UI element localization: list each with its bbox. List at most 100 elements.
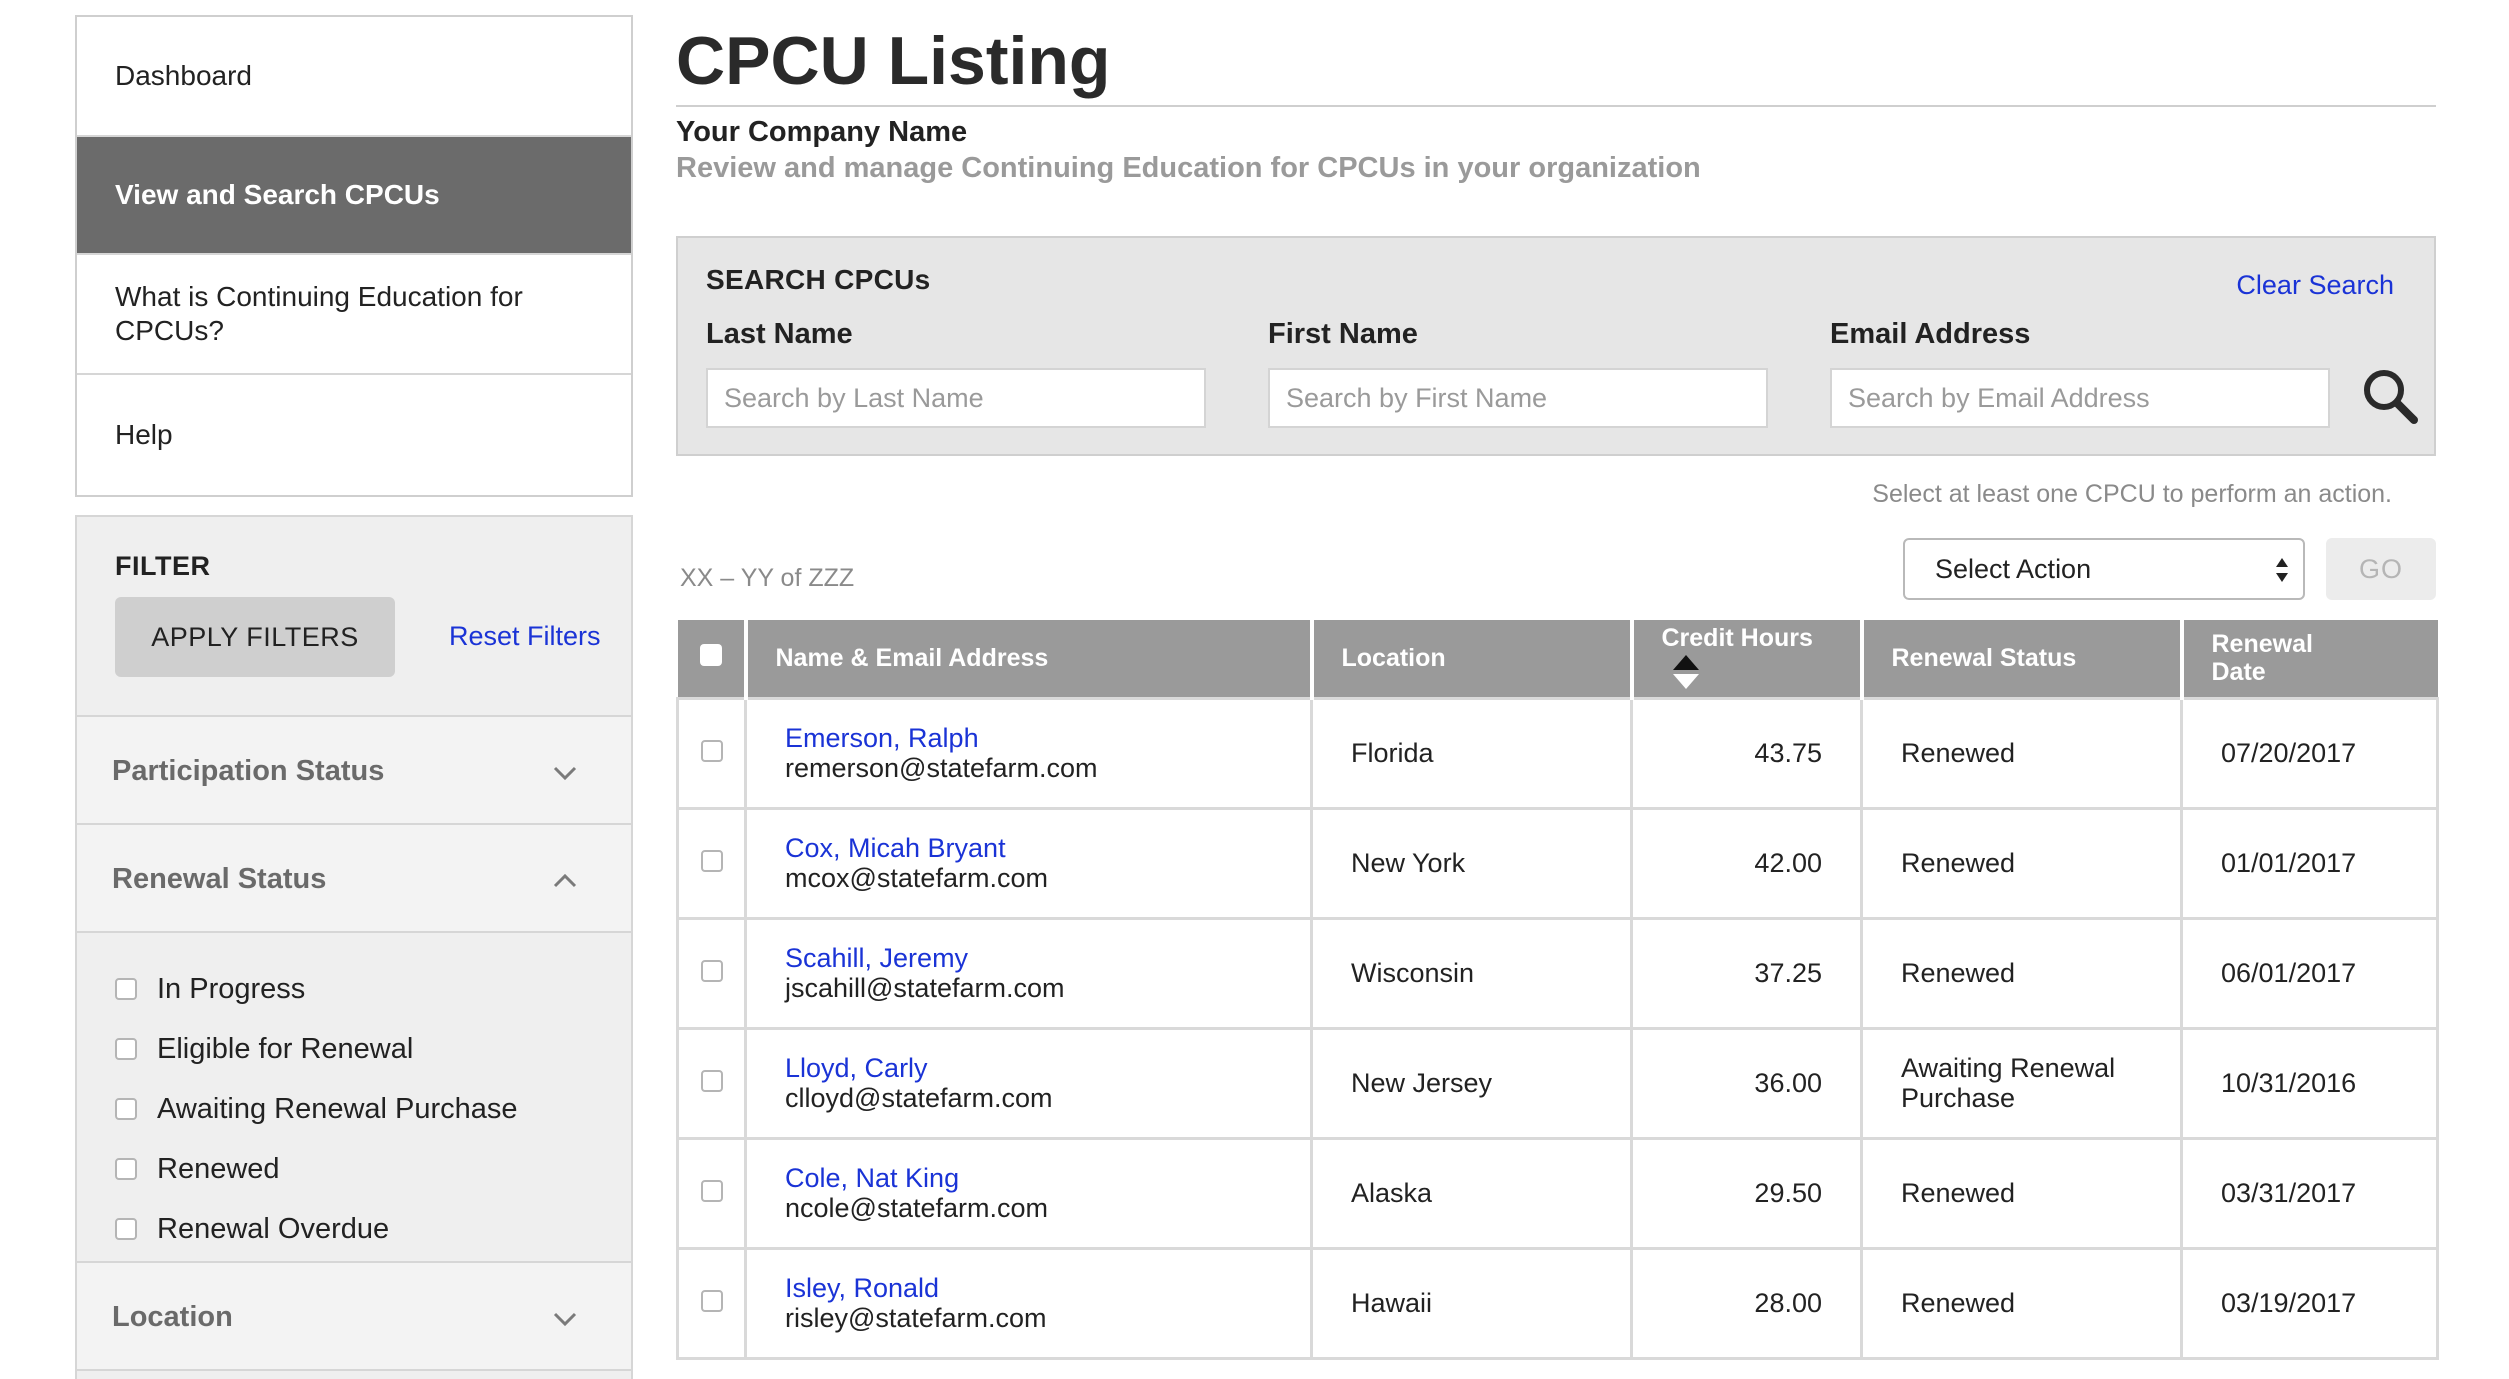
company-name: Your Company Name — [676, 116, 968, 148]
option-renewed[interactable]: Renewed — [77, 1139, 631, 1199]
name-email-cell: Isley, Ronald risley@statefarm.com — [744, 1246, 1313, 1360]
cpcu-name-link[interactable]: Cox, Micah Bryant — [785, 833, 1272, 863]
cpcu-name-link[interactable]: Cole, Nat King — [785, 1163, 1272, 1193]
clear-search-link[interactable]: Clear Search — [2236, 270, 2394, 301]
row-checkbox[interactable] — [700, 1180, 723, 1202]
accordion-location[interactable]: Location — [77, 1263, 631, 1371]
renewal-date-cell: 07/20/2017 — [2180, 696, 2439, 810]
action-hint: Select at least one CPCU to perform an a… — [1872, 480, 2392, 508]
row-select-cell — [676, 1136, 747, 1250]
table-row: Emerson, Ralph remerson@statefarm.com Flor… — [676, 696, 2439, 810]
sidebar-nav: Dashboard View and Search CPCUs What is … — [75, 15, 633, 497]
row-checkbox[interactable] — [700, 850, 723, 872]
row-select-cell — [676, 1246, 747, 1360]
chevron-down-icon — [553, 766, 577, 781]
search-icon[interactable] — [2360, 366, 2420, 426]
select-action-label: Select Action — [1935, 554, 2092, 584]
nav-item-label: View and Search CPCUs — [115, 179, 440, 210]
row-checkbox[interactable] — [700, 740, 723, 762]
checkbox[interactable] — [115, 1098, 137, 1120]
checkbox[interactable] — [115, 1158, 137, 1180]
renewal-date-cell: 03/31/2017 — [2180, 1136, 2439, 1250]
column-label: Location — [1341, 644, 1446, 673]
row-checkbox[interactable] — [700, 1070, 723, 1092]
column-label: Renewal Status — [1891, 644, 2077, 673]
option-eligible-for-renewal[interactable]: Eligible for Renewal — [77, 1019, 631, 1079]
renewal-status-cell: Renewed — [1860, 1136, 2183, 1250]
row-select-cell — [676, 1026, 747, 1140]
option-in-progress[interactable]: In Progress — [77, 959, 631, 1019]
checkbox[interactable] — [115, 1038, 137, 1060]
go-button[interactable]: GO — [2326, 538, 2436, 600]
accordion-renewal-status[interactable]: Renewal Status — [77, 825, 631, 933]
sort-icon[interactable] — [1672, 652, 1700, 692]
table-row: Cole, Nat King ncole@statefarm.com Alaska 2… — [676, 1136, 2439, 1250]
select-all-checkbox[interactable] — [699, 644, 722, 667]
checkbox[interactable] — [115, 978, 137, 1000]
search-panel: SEARCH CPCUs Clear Search Last Name Firs… — [676, 236, 2436, 456]
nav-item-label: Dashboard — [115, 60, 252, 91]
cpcu-email: jscahill@statefarm.com — [785, 973, 1065, 1003]
table-body: Emerson, Ralph remerson@statefarm.com Flor… — [676, 696, 2439, 1360]
option-label: In Progress — [157, 972, 306, 1005]
accordion-participation-status[interactable]: Participation Status — [77, 717, 631, 825]
cpcu-name-link[interactable]: Emerson, Ralph — [785, 723, 1272, 753]
filter-title: FILTER — [115, 551, 211, 581]
nav-item-label: Help — [115, 419, 173, 450]
reset-filters-link[interactable]: Reset Filters — [449, 621, 601, 652]
cpcu-email: remerson@statefarm.com — [785, 753, 1098, 783]
renewal-status-options: In Progress Eligible for Renewal Awaitin… — [77, 933, 631, 1263]
last-name-input[interactable] — [706, 368, 1206, 428]
table-row: Isley, Ronald risley@statefarm.com Hawaii 2… — [676, 1246, 2439, 1360]
header-credit-hours[interactable]: Credit Hours — [1629, 620, 1862, 698]
cpcu-email: risley@statefarm.com — [785, 1303, 1047, 1333]
row-checkbox[interactable] — [700, 960, 723, 982]
option-label: Renewed — [157, 1152, 280, 1185]
column-label: Name & Email Address — [775, 644, 1049, 673]
table-header-row: Name & Email Address Location Credit Hou… — [677, 620, 2438, 698]
option-renewal-overdue[interactable]: Renewal Overdue — [77, 1199, 631, 1259]
search-title: SEARCH CPCUs — [706, 264, 931, 295]
name-email-cell: Cole, Nat King ncole@statefarm.com — [744, 1136, 1313, 1250]
option-awaiting-renewal-purchase[interactable]: Awaiting Renewal Purchase — [77, 1079, 631, 1139]
accordion-label: Location — [112, 1301, 233, 1333]
nav-item-dashboard[interactable]: Dashboard — [77, 17, 631, 137]
row-checkbox[interactable] — [700, 1290, 723, 1312]
first-name-input[interactable] — [1268, 368, 1768, 428]
name-email-cell: Emerson, Ralph remerson@statefarm.com — [744, 696, 1313, 810]
header-location[interactable]: Location — [1309, 620, 1632, 698]
location-cell: Hawaii — [1310, 1246, 1633, 1360]
name-email-cell: Cox, Micah Bryant mcox@statefarm.com — [744, 806, 1313, 920]
row-select-cell — [676, 806, 747, 920]
select-action-dropdown[interactable]: Select Action — [1903, 538, 2305, 600]
checkbox[interactable] — [115, 1218, 137, 1240]
title-divider — [676, 105, 2436, 107]
cpcu-name-link[interactable]: Lloyd, Carly — [785, 1053, 1272, 1083]
cpcu-name-link[interactable]: Scahill, Jeremy — [785, 943, 1272, 973]
nav-item-view-search-cpcus[interactable]: View and Search CPCUs — [77, 137, 631, 255]
credit-hours-cell: 28.00 — [1630, 1246, 1863, 1360]
row-select-cell — [676, 916, 747, 1030]
option-label: Awaiting Renewal Purchase — [157, 1092, 518, 1125]
filter-header: FILTER APPLY FILTERS Reset Filters — [77, 517, 631, 717]
select-arrows-icon — [2276, 558, 2288, 582]
table-row: Cox, Micah Bryant mcox@statefarm.com New Y… — [676, 806, 2439, 920]
table-row: Scahill, Jeremy jscahill@statefarm.com Wis… — [676, 916, 2439, 1030]
cpcu-email: clloyd@statefarm.com — [785, 1083, 1053, 1113]
column-label: Renewal Date — [2211, 630, 2313, 687]
credit-hours-cell: 36.00 — [1630, 1026, 1863, 1140]
header-renewal-date[interactable]: Renewal Date — [2179, 620, 2438, 698]
nav-item-help[interactable]: Help — [77, 375, 631, 495]
renewal-status-cell: Renewed — [1860, 1246, 2183, 1360]
header-renewal-status[interactable]: Renewal Status — [1859, 620, 2182, 698]
table-row: Lloyd, Carly clloyd@statefarm.com New Jers… — [676, 1026, 2439, 1140]
apply-filters-button[interactable]: APPLY FILTERS — [115, 597, 395, 677]
nav-item-continuing-education[interactable]: What is Continuing Education for CPCUs? — [77, 255, 631, 375]
renewal-date-cell: 10/31/2016 — [2180, 1026, 2439, 1140]
location-cell: New York — [1310, 806, 1633, 920]
cpcu-name-link[interactable]: Isley, Ronald — [785, 1273, 1272, 1303]
email-address-input[interactable] — [1830, 368, 2330, 428]
page-title: CPCU Listing — [676, 23, 1111, 99]
renewal-status-cell: Renewed — [1860, 696, 2183, 810]
header-name-email[interactable]: Name & Email Address — [743, 620, 1312, 698]
